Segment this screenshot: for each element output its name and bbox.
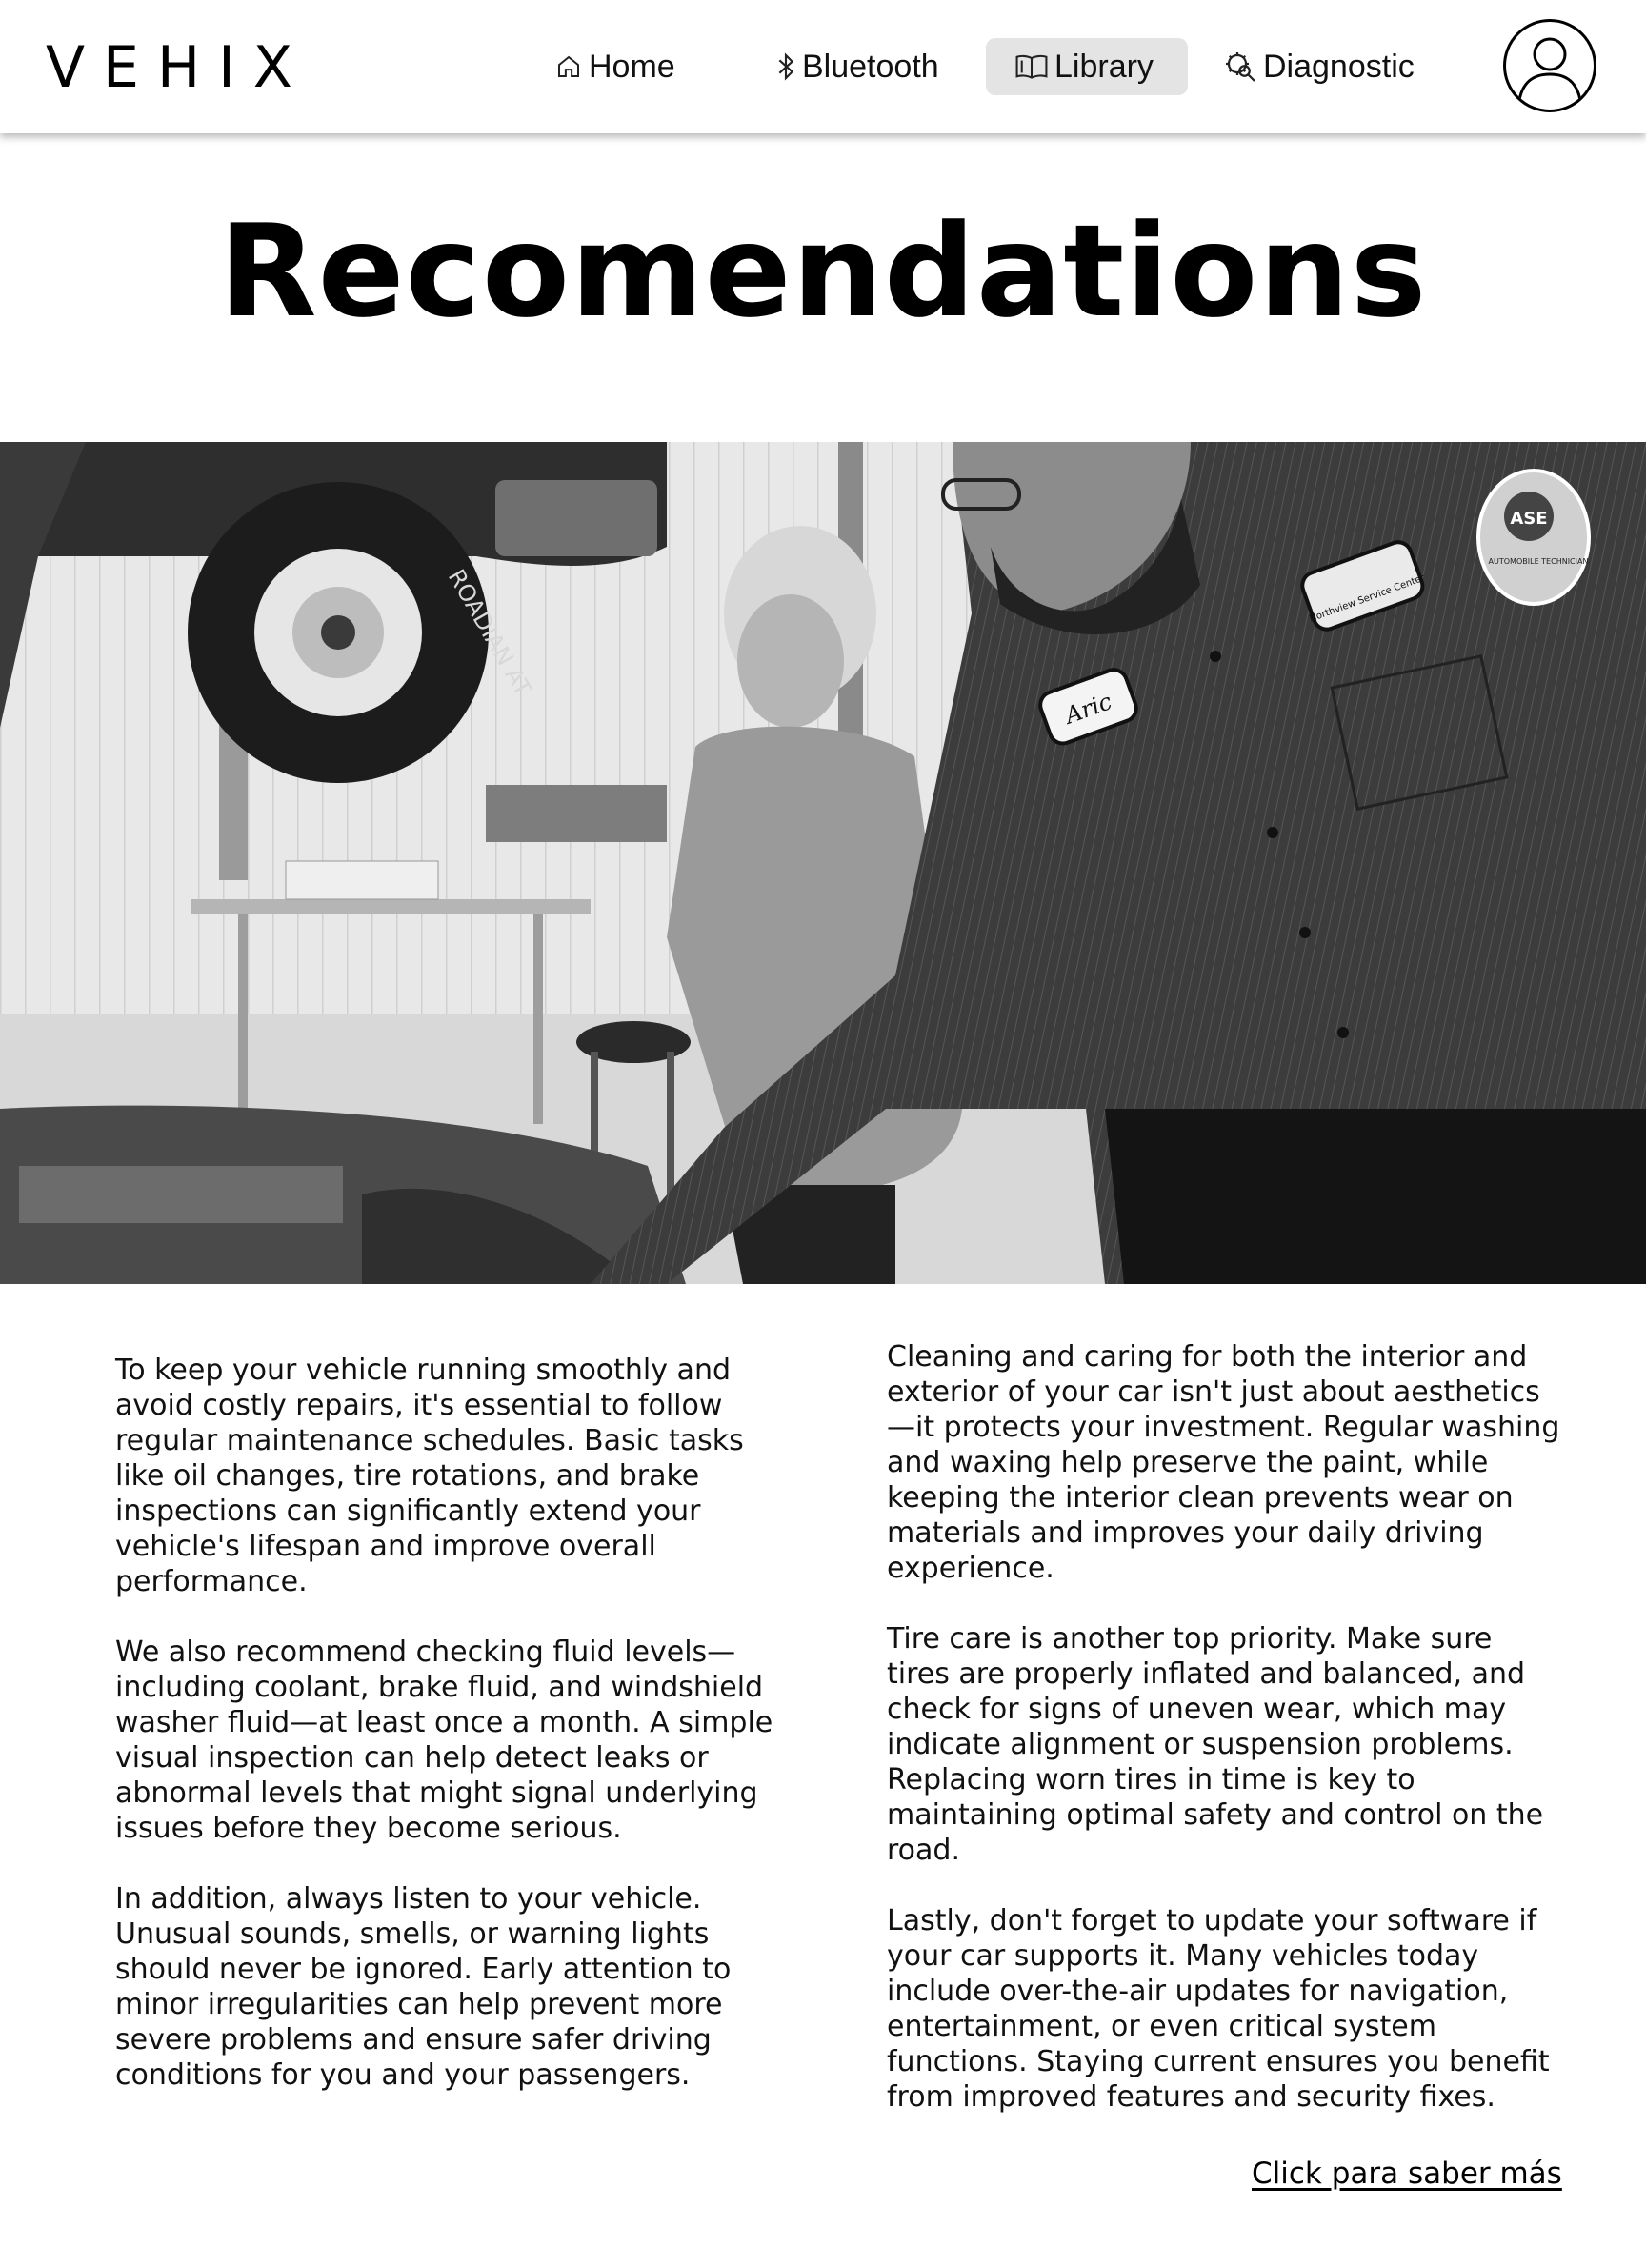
home-icon [558, 55, 579, 77]
content-column-right: Cleaning and caring for both the interio… [887, 1339, 1563, 2150]
paragraph: Cleaning and caring for both the interio… [887, 1340, 1560, 1585]
paragraph: Tire care is another top priority. Make … [887, 1622, 1544, 1867]
diagnostic-icon [1226, 52, 1255, 82]
content-column-left: To keep your vehicle running smoothly an… [115, 1353, 782, 2128]
hero-image: ROADIAN AT Aric Northview Service Center [0, 442, 1646, 1284]
nav-item-diagnostic[interactable]: Diagnostic [1215, 38, 1433, 95]
paragraph: Lastly, don't forget to update your soft… [887, 1904, 1550, 2114]
page-title: Recomendations [218, 197, 1428, 346]
book-icon [1015, 54, 1048, 79]
nav-item-bluetooth[interactable]: Bluetooth [768, 38, 954, 95]
nav-label-diagnostic: Diagnostic [1263, 48, 1415, 85]
nav-item-library[interactable]: Library [986, 38, 1188, 95]
nav-label-bluetooth: Bluetooth [802, 48, 939, 85]
user-avatar-icon[interactable] [1503, 19, 1596, 112]
paragraph: To keep your vehicle running smoothly an… [115, 1354, 744, 1598]
nav-label-library: Library [1054, 48, 1154, 85]
bluetooth-icon [778, 52, 794, 81]
ase-logo: ASE [1510, 509, 1547, 529]
nav-item-home[interactable]: Home [547, 38, 688, 95]
learn-more-link[interactable]: Click para saber más [1252, 2155, 1562, 2193]
top-navbar: VEHIX Home Bluetooth Library Diagnostic [0, 0, 1646, 133]
paragraph: In addition, always listen to your vehic… [115, 1882, 732, 2092]
paragraph: We also recommend checking fluid levels—… [115, 1636, 773, 1845]
logo[interactable]: VEHIX [46, 34, 311, 101]
ase-subtext: AUTOMOBILE TECHNICIAN [1489, 557, 1589, 566]
nav-label-home: Home [589, 48, 675, 85]
